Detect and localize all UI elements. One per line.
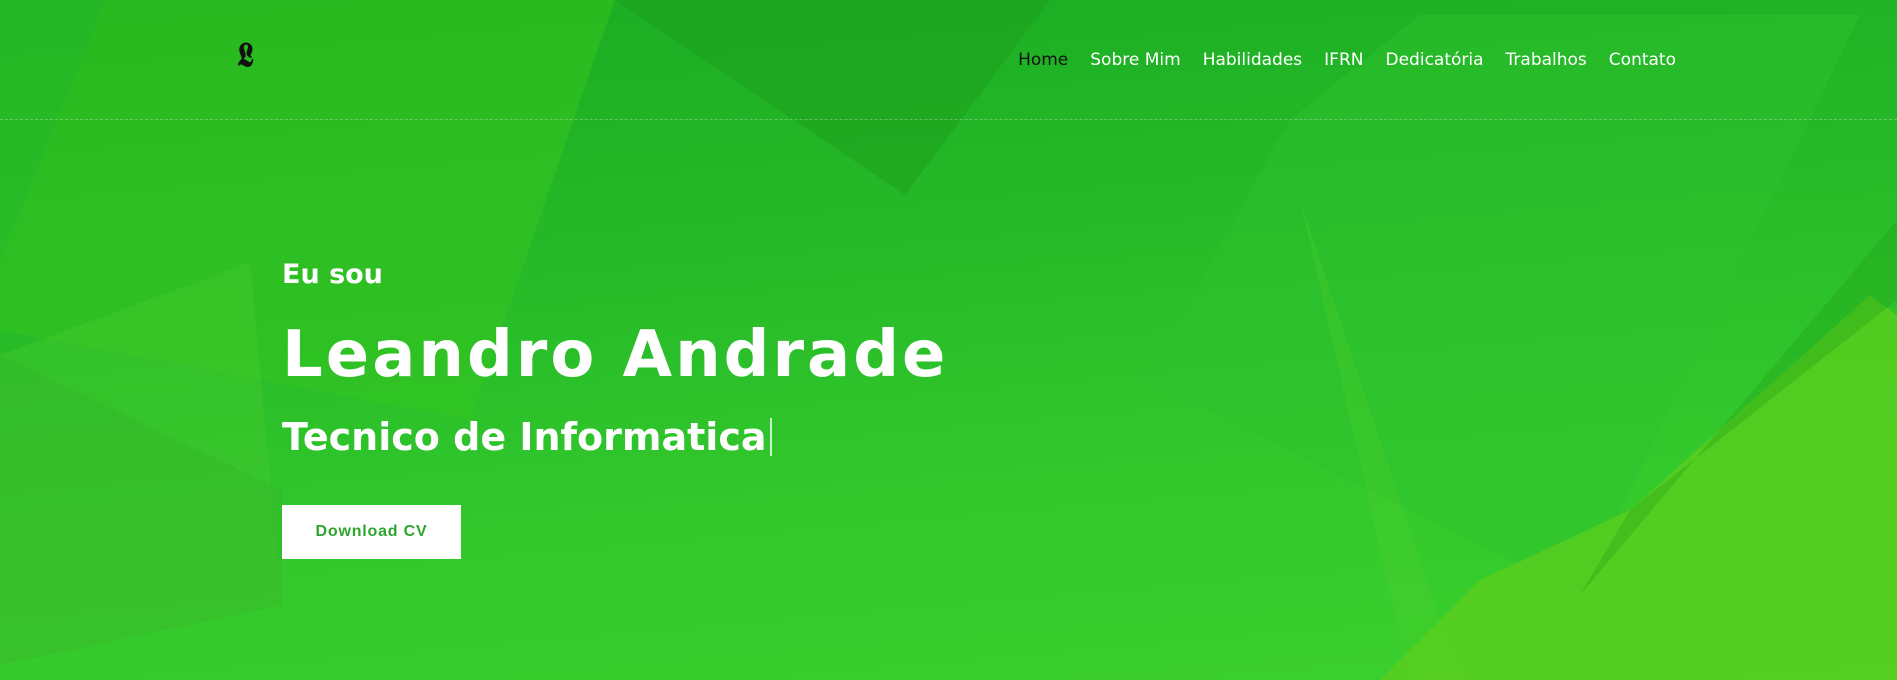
- download-cv-button[interactable]: Download CV: [282, 505, 461, 559]
- hero-greeting: Eu sou: [282, 259, 383, 290]
- main-nav: Home Sobre Mim Habilidades IFRN Dedicató…: [996, 48, 1676, 72]
- nav-item-home[interactable]: Home: [1018, 48, 1068, 72]
- top-navbar: 𝕷 Home Sobre Mim Habilidades IFRN Dedica…: [0, 0, 1897, 120]
- hero-role: Tecnico de Informatica: [282, 412, 773, 462]
- site-logo[interactable]: 𝕷: [237, 38, 253, 72]
- hero-intro: Eu sou Leandro Andrade Tecnico de Inform…: [282, 255, 945, 559]
- hero-role-text: Tecnico de Informatica: [282, 415, 767, 459]
- hero-section: 𝕷 Home Sobre Mim Habilidades IFRN Dedica…: [0, 0, 1897, 680]
- typing-cursor: [770, 418, 773, 456]
- nav-item-ifrn[interactable]: IFRN: [1324, 48, 1363, 72]
- nav-item-habilidades[interactable]: Habilidades: [1203, 48, 1302, 72]
- nav-item-trabalhos[interactable]: Trabalhos: [1506, 48, 1587, 72]
- nav-item-contato[interactable]: Contato: [1609, 48, 1676, 72]
- hero-name: Leandro Andrade: [282, 318, 949, 392]
- nav-item-sobre-mim[interactable]: Sobre Mim: [1090, 48, 1180, 72]
- nav-item-dedicatoria[interactable]: Dedicatória: [1386, 48, 1484, 72]
